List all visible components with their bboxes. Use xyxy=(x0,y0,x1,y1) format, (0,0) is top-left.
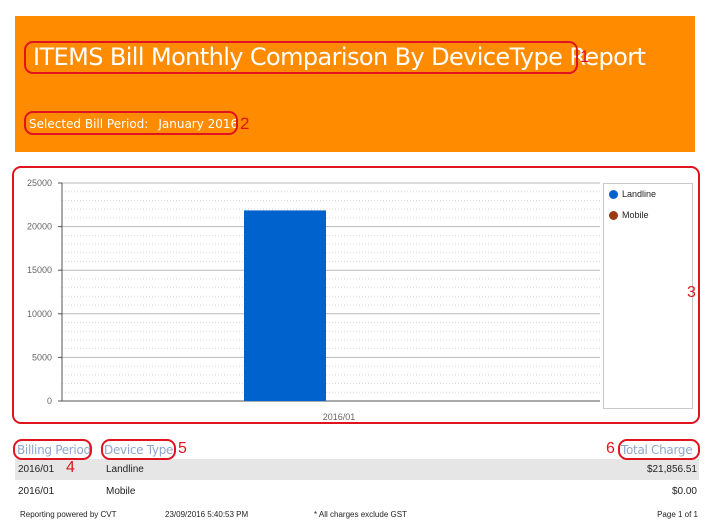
annotation-box-5 xyxy=(101,439,176,460)
cell-total-charge: $0.00 xyxy=(671,486,697,497)
cell-device-type: Landline xyxy=(106,464,144,475)
annotation-box-1 xyxy=(24,41,578,74)
footer-gst-note: * All charges exclude GST xyxy=(314,510,407,519)
annotation-number-4: 4 xyxy=(66,459,75,476)
annotation-box-6 xyxy=(618,439,700,460)
annotation-box-2 xyxy=(24,111,238,135)
cell-billing-period: 2016/01 xyxy=(18,486,55,497)
cell-device-type: Mobile xyxy=(106,486,136,497)
annotation-box-4 xyxy=(13,439,92,460)
annotation-number-6: 6 xyxy=(606,440,615,457)
footer-powered-by: Reporting powered by CVT xyxy=(20,510,117,519)
annotation-number-5: 5 xyxy=(178,440,187,457)
annotation-number-1: 1 xyxy=(580,47,590,66)
annotation-number-3: 3 xyxy=(687,284,696,301)
cell-billing-period: 2016/01 xyxy=(18,464,55,475)
footer-page-number: Page 1 of 1 xyxy=(657,510,698,519)
annotation-box-3 xyxy=(12,166,700,424)
annotation-number-2: 2 xyxy=(240,114,250,133)
table-row: 2016/01 Landline $21,856.51 xyxy=(15,459,699,480)
table-row: 2016/01 Mobile $0.00 xyxy=(15,481,699,502)
cell-total-charge: $21,856.51 xyxy=(646,464,697,475)
footer-timestamp: 23/09/2016 5:40:53 PM xyxy=(165,510,249,519)
